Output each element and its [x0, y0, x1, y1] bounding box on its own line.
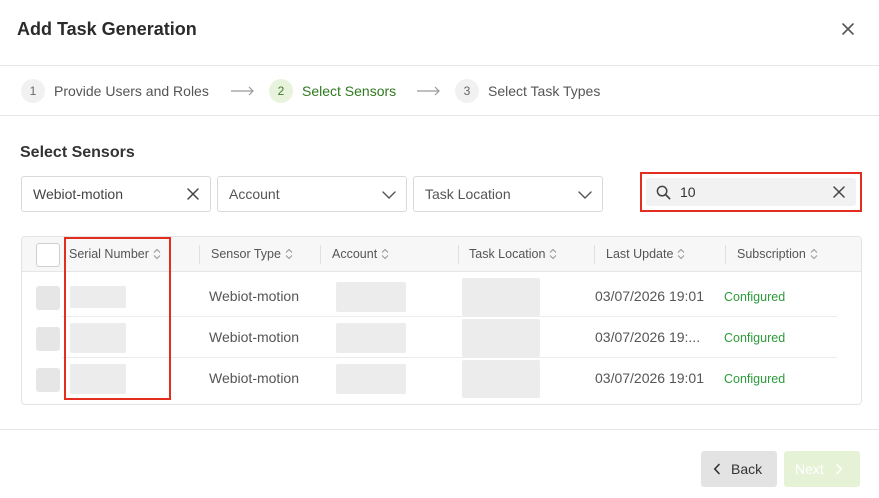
back-button[interactable]: Back — [701, 451, 777, 487]
section-title: Select Sensors — [20, 144, 135, 161]
stepper: 1 Provide Users and Roles 2 Select Senso… — [0, 66, 879, 116]
step-3-label: Select Task Types — [488, 83, 601, 99]
account-select[interactable]: Account — [217, 176, 407, 212]
last-update-cell: 03/07/2026 19:01 — [595, 370, 704, 386]
row-checkbox[interactable] — [36, 286, 60, 310]
clear-icon[interactable] — [832, 185, 846, 199]
next-button[interactable]: Next — [784, 451, 860, 487]
back-button-label: Back — [731, 461, 763, 477]
column-divider — [320, 245, 321, 264]
redacted-task-location — [462, 278, 540, 316]
chevron-right-icon — [835, 463, 843, 475]
redacted-account — [336, 364, 406, 394]
close-icon[interactable] — [839, 20, 857, 38]
step-3: 3 Select Task Types — [455, 78, 600, 104]
next-button-label: Next — [795, 461, 824, 477]
column-divider — [458, 245, 459, 264]
sensor-type-filter-value: Webiot-motion — [33, 186, 124, 202]
column-subscription[interactable]: Subscription — [737, 247, 818, 261]
column-sensor-type[interactable]: Sensor Type — [211, 247, 293, 261]
search-highlight — [640, 172, 862, 212]
chevron-down-icon — [578, 191, 592, 199]
sort-icon — [285, 248, 293, 260]
select-all-checkbox[interactable] — [36, 243, 60, 267]
step-arrow-icon — [417, 86, 440, 96]
step-1-number: 1 — [21, 79, 45, 103]
search-icon — [656, 185, 671, 200]
column-label: Last Update — [606, 247, 674, 261]
step-3-number: 3 — [455, 79, 479, 103]
last-update-cell: 03/07/2026 19:01 — [595, 288, 704, 304]
column-label: Account — [332, 247, 378, 261]
step-2-number: 2 — [269, 79, 293, 103]
row-checkbox[interactable] — [36, 368, 60, 392]
sensor-type-cell: Webiot-motion — [209, 329, 300, 345]
clear-icon[interactable] — [186, 187, 200, 201]
sort-icon — [381, 248, 389, 260]
account-select-placeholder: Account — [229, 186, 280, 202]
serial-number-highlight — [64, 237, 171, 400]
column-account[interactable]: Account — [332, 247, 389, 261]
dialog-title: Add Task Generation — [17, 19, 197, 39]
last-update-cell: 03/07/2026 19:... — [595, 329, 701, 345]
sensor-type-cell: Webiot-motion — [209, 370, 300, 386]
search-input[interactable] — [680, 182, 830, 202]
column-last-update[interactable]: Last Update — [606, 247, 685, 261]
column-label: Task Location — [469, 247, 546, 261]
task-location-select[interactable]: Task Location — [413, 176, 603, 212]
column-label: Sensor Type — [211, 247, 281, 261]
subscription-status: Configured — [724, 372, 786, 386]
redacted-task-location — [462, 360, 540, 398]
subscription-status: Configured — [724, 290, 786, 304]
chevron-left-icon — [713, 463, 720, 475]
sort-icon — [810, 248, 818, 260]
column-task-location[interactable]: Task Location — [469, 247, 557, 261]
column-divider — [725, 245, 726, 264]
step-2: 2 Select Sensors — [269, 78, 396, 104]
sensor-type-cell: Webiot-motion — [209, 288, 300, 304]
dialog-footer: Back Next — [0, 429, 879, 498]
step-1: 1 Provide Users and Roles — [21, 78, 209, 104]
column-divider — [199, 245, 200, 264]
column-divider — [594, 245, 595, 264]
row-checkbox[interactable] — [36, 327, 60, 351]
redacted-account — [336, 282, 406, 312]
chevron-down-icon — [382, 191, 396, 199]
redacted-account — [336, 323, 406, 353]
sort-icon — [550, 248, 557, 260]
column-label: Subscription — [737, 247, 806, 261]
step-1-label: Provide Users and Roles — [54, 83, 209, 99]
redacted-task-location — [462, 319, 540, 357]
search-box — [646, 178, 856, 206]
step-arrow-icon — [231, 86, 254, 96]
dialog-header: Add Task Generation — [0, 0, 879, 66]
sort-icon — [678, 248, 685, 260]
sensor-type-filter[interactable]: Webiot-motion — [21, 176, 211, 212]
task-location-select-placeholder: Task Location — [425, 186, 511, 202]
add-task-generation-dialog: Add Task Generation 1 Provide Users and … — [0, 0, 879, 498]
step-2-label: Select Sensors — [302, 83, 397, 99]
subscription-status: Configured — [724, 331, 786, 345]
